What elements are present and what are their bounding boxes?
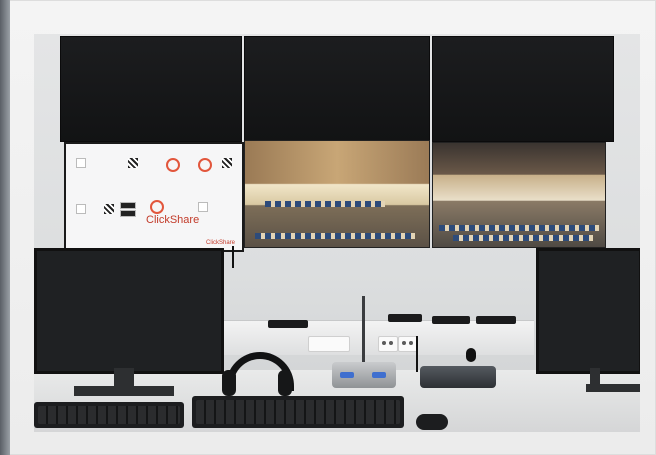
- microphone-base: [332, 362, 396, 388]
- power-outlet: [398, 336, 418, 352]
- headphone-cup: [278, 370, 292, 396]
- joystick-icon[interactable]: [466, 348, 476, 362]
- cable: [416, 336, 418, 372]
- power-outlet: [378, 336, 398, 352]
- ui-accent-icon: [166, 158, 180, 172]
- seat-row: [453, 235, 593, 241]
- conference-video-right: [432, 142, 606, 248]
- top-display-center: [244, 36, 430, 142]
- seat-row: [439, 225, 599, 231]
- clickshare-brand: ClickShare: [146, 214, 200, 226]
- ui-tile: [120, 202, 136, 209]
- ui-tile: [76, 158, 86, 168]
- ui-tile: [120, 210, 136, 217]
- screen-footer-text: ClickShare: [206, 240, 236, 246]
- qr-code-icon: [104, 204, 114, 214]
- ui-tile: [198, 202, 208, 212]
- ui-accent-icon: [198, 158, 212, 172]
- microphone-icon: [362, 296, 365, 366]
- qr-code-icon: [222, 158, 232, 168]
- seat-row: [265, 201, 385, 207]
- keyboard-left[interactable]: [34, 402, 184, 428]
- shelf-device: [476, 316, 516, 324]
- mic-button[interactable]: [340, 372, 354, 378]
- joystick-controller[interactable]: [420, 366, 496, 388]
- background-edge: [0, 0, 10, 455]
- top-display-left: [60, 36, 242, 142]
- headphone-cup: [222, 370, 236, 396]
- left-monitor: [34, 248, 224, 374]
- conference-video-center: [244, 140, 430, 248]
- right-monitor-base: [586, 384, 640, 392]
- shelf-device: [388, 314, 422, 322]
- shelf-device: [268, 320, 308, 328]
- top-display-right: [432, 36, 614, 142]
- ui-tile: [76, 204, 86, 214]
- right-monitor: [536, 248, 640, 374]
- mic-button[interactable]: [372, 372, 386, 378]
- clickshare-display: ClickShare ClickShare: [64, 142, 244, 252]
- cable: [232, 246, 234, 268]
- shelf-device: [432, 316, 470, 324]
- left-monitor-base: [74, 386, 174, 396]
- qr-code-icon: [128, 158, 138, 168]
- mouse-icon[interactable]: [416, 414, 448, 430]
- ui-accent-icon: [150, 200, 164, 214]
- keyboard-icon[interactable]: [192, 396, 404, 428]
- seat-row: [255, 233, 415, 239]
- power-outlet: [308, 336, 350, 352]
- control-room-photo: ClickShare ClickShare: [34, 34, 640, 432]
